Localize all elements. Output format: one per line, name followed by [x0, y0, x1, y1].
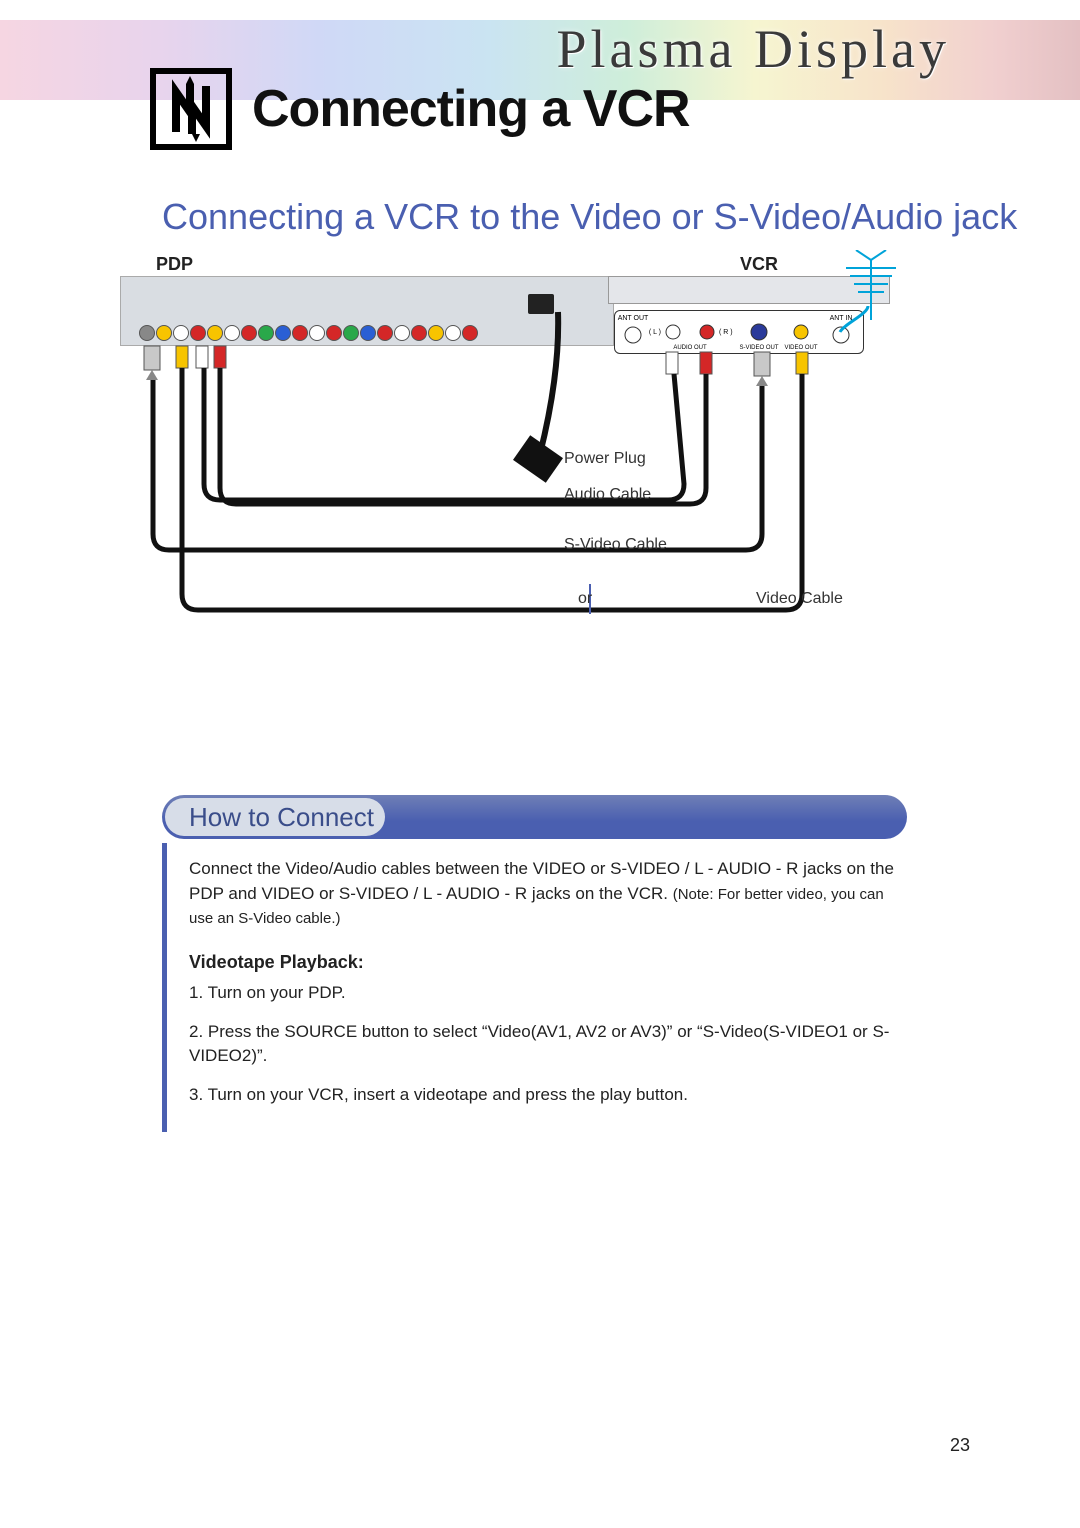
manual-page: Plasma Display Connecting a VCR Connecti…: [0, 0, 1080, 1528]
connection-icon: [150, 68, 232, 150]
section-subheading: Connecting a VCR to the Video or S-Video…: [162, 196, 1017, 238]
wiring-diagram: PDP VCR: [120, 254, 902, 642]
step-1: 1. Turn on your PDP.: [189, 981, 897, 1006]
playback-heading: Videotape Playback:: [189, 949, 897, 975]
power-plug-label: Power Plug: [564, 450, 646, 468]
or-label: or: [578, 590, 592, 608]
howto-title: How to Connect: [189, 802, 374, 833]
audio-cable-label: Audio Cable: [564, 486, 651, 504]
video-cable-label: Video Cable: [756, 590, 843, 608]
playback-steps: 1. Turn on your PDP. 2. Press the SOURCE…: [189, 981, 897, 1108]
howto-intro: Connect the Video/Audio cables between t…: [189, 857, 897, 931]
howto-body: Connect the Video/Audio cables between t…: [162, 843, 907, 1132]
cable-overlay: [120, 254, 902, 642]
page-title: Connecting a VCR: [252, 79, 690, 139]
howto-pill: How to Connect: [162, 795, 907, 839]
heading-row: Connecting a VCR: [150, 68, 690, 150]
step-3: 3. Turn on your VCR, insert a videotape …: [189, 1083, 897, 1108]
howto-section: How to Connect Connect the Video/Audio c…: [162, 795, 907, 1132]
svideo-cable-label: S-Video Cable: [564, 536, 667, 554]
page-number: 23: [950, 1435, 970, 1456]
step-2: 2. Press the SOURCE button to select “Vi…: [189, 1020, 897, 1069]
